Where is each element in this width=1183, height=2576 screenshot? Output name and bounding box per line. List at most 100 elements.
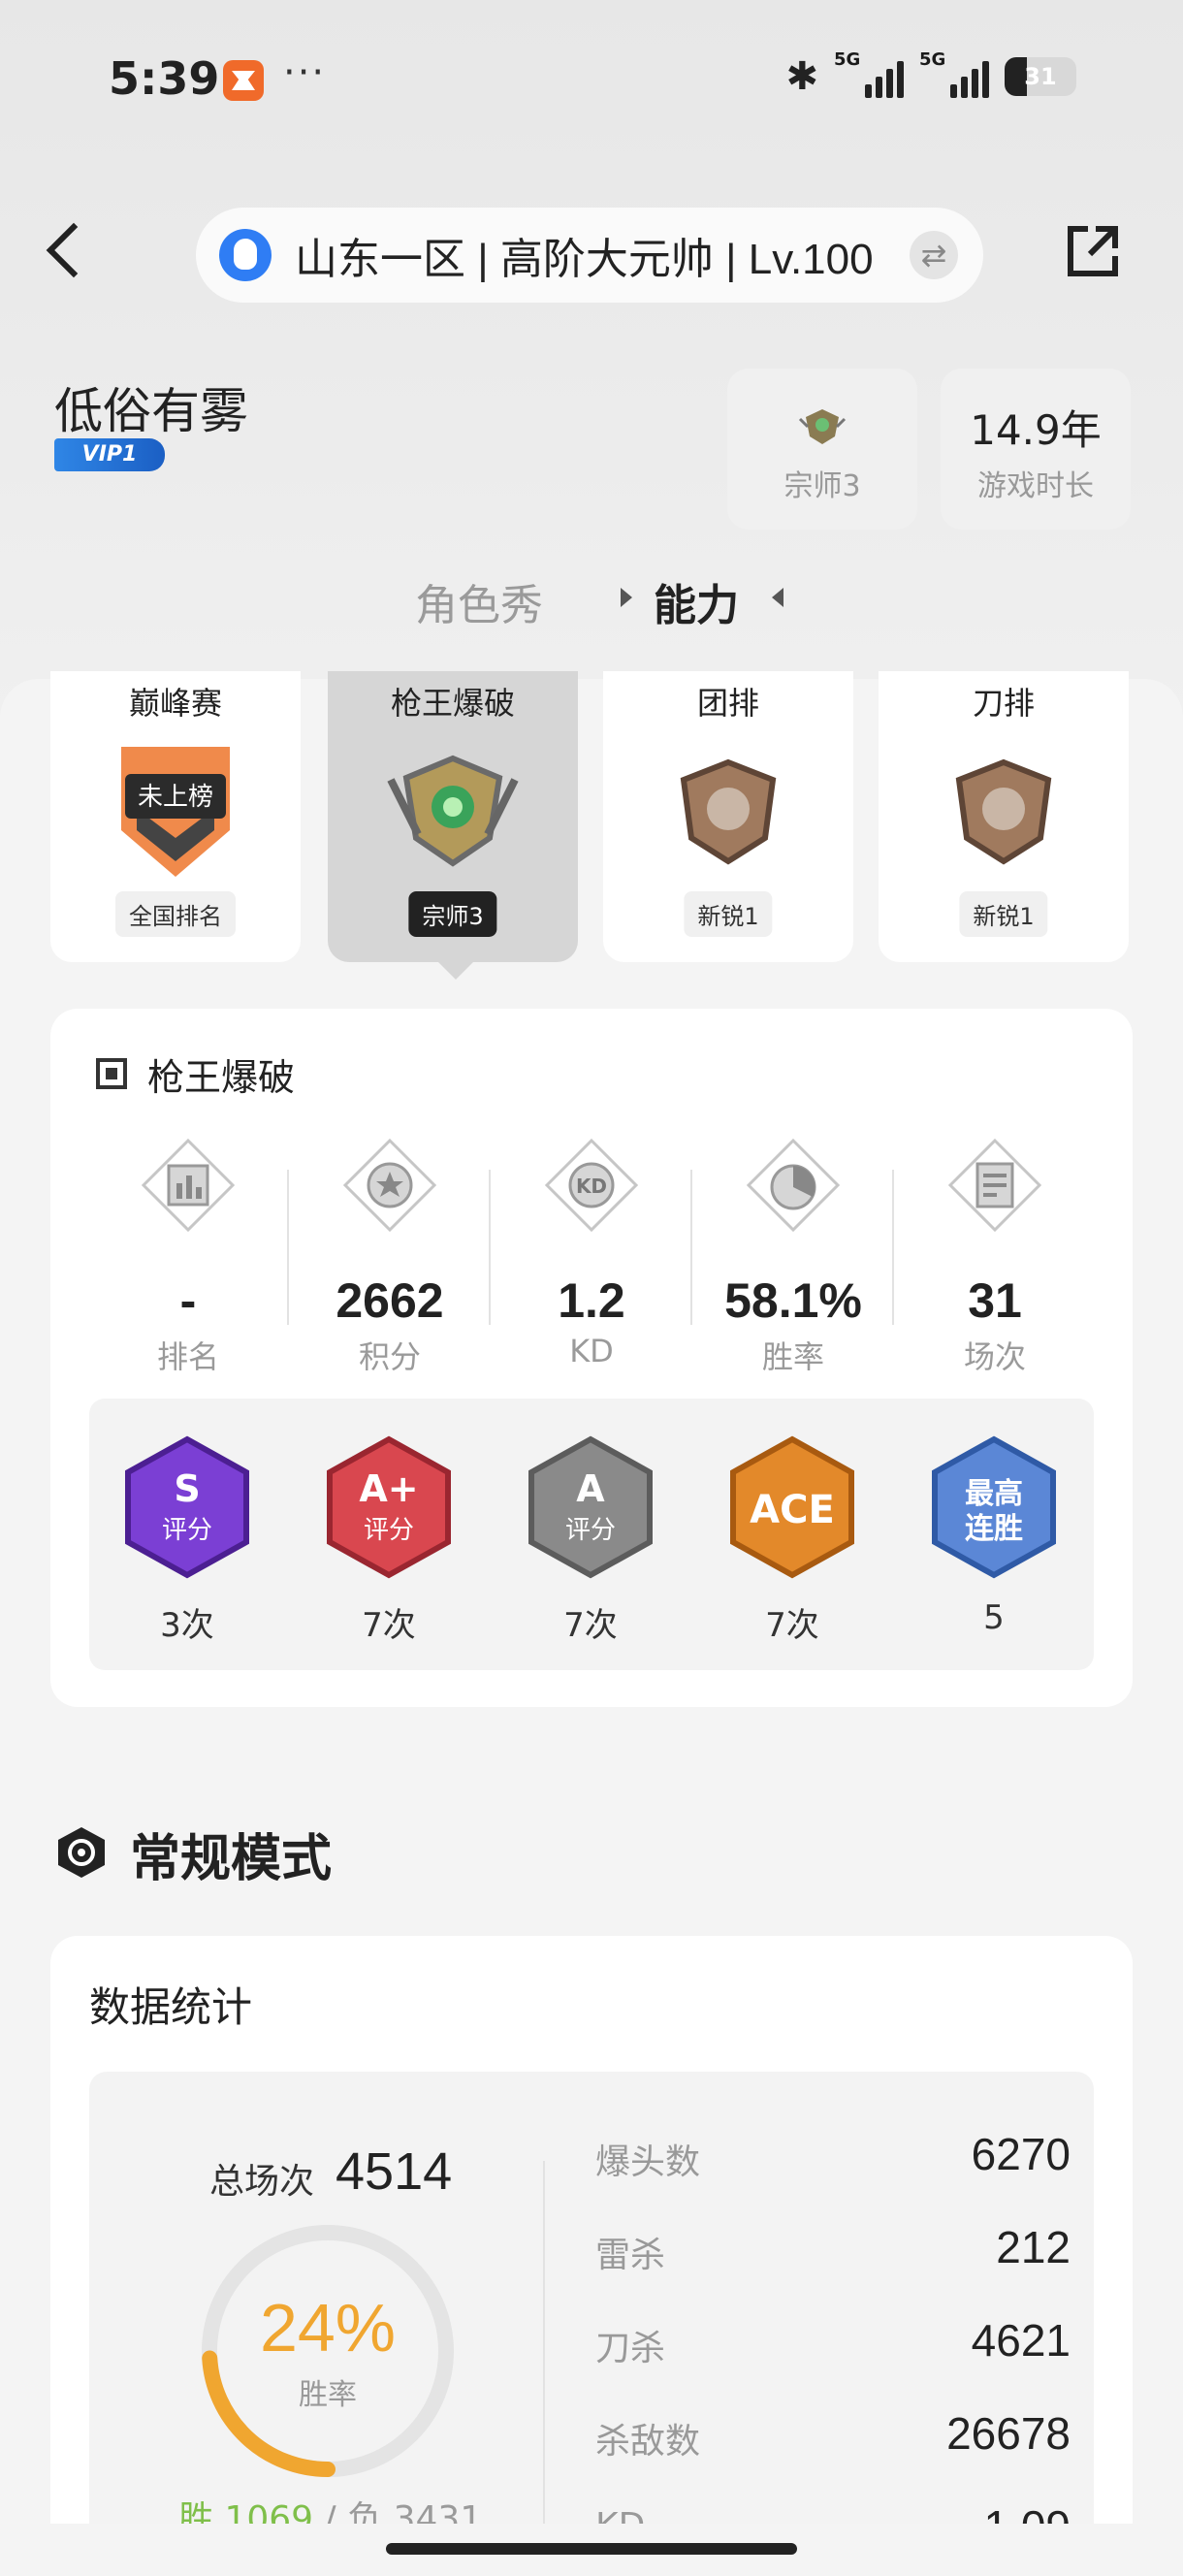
- stat-ranking: - 排名: [87, 1137, 289, 1377]
- stat-label: 胜率: [761, 1338, 824, 1375]
- tab-left-arrow-icon: [621, 588, 632, 607]
- svg-text:A+: A+: [359, 1467, 418, 1510]
- vip-badge: VIP1: [54, 438, 165, 471]
- grade-s: S 评分 3次: [114, 1435, 260, 1646]
- stat-row-kills: 杀敌数 26678: [595, 2407, 1071, 2465]
- tab-right-arrow-icon: [772, 588, 783, 607]
- master-rank-badge-icon: [387, 755, 519, 867]
- total-matches-value: 4514: [336, 2142, 453, 2201]
- data-stats-title: 数据统计: [89, 1983, 253, 2031]
- home-indicator[interactable]: [386, 2543, 797, 2555]
- a-grade-badge-icon: A 评分: [528, 1435, 653, 1579]
- mode-card-team-rank[interactable]: 团排 新锐1: [603, 671, 853, 962]
- stat-row-headshots: 爆头数 6270: [595, 2128, 1071, 2186]
- stat-row-label: 杀敌数: [595, 2422, 701, 2462]
- stat-row-value: 26678: [946, 2408, 1071, 2459]
- stat-value: -: [179, 1273, 197, 1328]
- svg-text:KD: KD: [576, 1175, 607, 1198]
- mode-card-knife-rank[interactable]: 刀排 新锐1: [879, 671, 1129, 962]
- svg-text:评分: 评分: [565, 1516, 616, 1545]
- stat-matches: 31 场次: [894, 1137, 1096, 1377]
- rookie-rank-badge-icon: [955, 758, 1052, 865]
- stat-row-label: 爆头数: [595, 2142, 701, 2182]
- swap-icon[interactable]: ⇄: [910, 231, 958, 279]
- rank-badge-icon: [798, 409, 847, 444]
- stat-label: 场次: [963, 1338, 1026, 1375]
- status-time: 5:39: [109, 52, 220, 105]
- mode-rank-label: 宗师3: [408, 891, 497, 937]
- stat-kd: KD 1.2 KD: [491, 1137, 692, 1369]
- stat-label: 积分: [358, 1338, 421, 1375]
- mode-rank-label: 新锐1: [959, 891, 1048, 937]
- total-matches-label: 总场次: [209, 2162, 315, 2202]
- bluetooth-icon: ✱: [785, 54, 818, 99]
- normal-mode-title: 常规模式: [130, 1830, 333, 1888]
- signal-icon-2: 5G: [919, 49, 989, 98]
- mode-title: 刀排: [972, 685, 1035, 722]
- grade-count: 5: [983, 1598, 1005, 1637]
- matches-icon: [947, 1138, 1042, 1233]
- unranked-text: 未上榜: [138, 783, 213, 812]
- server-text: 山东一区 | 高阶大元帅 | Lv.100: [295, 236, 874, 283]
- play-time-value: 14.9年: [970, 406, 1102, 454]
- mode-title: 巅峰赛: [128, 685, 222, 722]
- grade-a: A 评分 7次: [518, 1435, 663, 1646]
- ace-badge-icon: ACE: [730, 1435, 854, 1579]
- status-indicators: ✱ 5G 5G 31: [785, 49, 1076, 99]
- grade-count: 7次: [362, 1606, 416, 1645]
- grade-a-plus: A+ 评分 7次: [316, 1435, 462, 1646]
- svg-text:连胜: 连胜: [965, 1512, 1023, 1546]
- stat-row-value: 212: [996, 2222, 1071, 2272]
- svg-text:A: A: [576, 1467, 605, 1510]
- divider: [543, 2161, 545, 2529]
- share-icon[interactable]: [1063, 221, 1123, 281]
- mode-card-sniper-demolition[interactable]: 枪王爆破 宗师3: [328, 671, 578, 962]
- tab-role-show[interactable]: 角色秀: [415, 570, 543, 632]
- stat-row-label: 刀杀: [595, 2329, 666, 2368]
- stat-value: 58.1%: [724, 1273, 862, 1328]
- stat-row-label: 雷杀: [595, 2236, 666, 2275]
- stat-score: 2662 积分: [289, 1137, 491, 1377]
- normal-mode-icon: [58, 1827, 105, 1878]
- winrate-label: 胜率: [299, 2378, 357, 2412]
- svg-text:ACE: ACE: [750, 1488, 835, 1532]
- mode-title: 团排: [696, 685, 759, 722]
- stat-label: KD: [569, 1333, 614, 1369]
- back-button[interactable]: [39, 211, 97, 289]
- rank-info-label: 宗师3: [783, 469, 861, 503]
- active-mode-pointer: [438, 962, 473, 980]
- stat-row-grenade-kills: 雷杀 212: [595, 2221, 1071, 2279]
- win-streak-badge-icon: 最高 连胜: [932, 1435, 1056, 1579]
- stat-value: 1.2: [558, 1273, 625, 1328]
- stat-winrate: 58.1% 胜率: [692, 1137, 894, 1377]
- kd-icon: KD: [544, 1138, 639, 1233]
- grade-count: 7次: [765, 1606, 819, 1645]
- rank-info-card[interactable]: 宗师3: [727, 369, 917, 530]
- stat-value: 31: [968, 1273, 1022, 1328]
- ranking-icon: [141, 1138, 236, 1233]
- server-selector[interactable]: 山东一区 | 高阶大元帅 | Lv.100 ⇄: [196, 208, 983, 303]
- grade-win-streak: 最高 连胜 5: [921, 1435, 1067, 1637]
- app-notification-icon: [223, 60, 264, 101]
- grade-count: 3次: [160, 1606, 214, 1645]
- grade-ace: ACE 7次: [719, 1435, 865, 1646]
- tab-ability[interactable]: 能力: [654, 570, 739, 632]
- mode-icon: [96, 1058, 127, 1089]
- mode-title: 枪王爆破: [390, 685, 515, 722]
- ranked-section-title: 枪王爆破: [147, 1056, 296, 1099]
- stat-label: 排名: [156, 1338, 219, 1375]
- more-notifications-icon: ···: [283, 50, 327, 95]
- stat-value: 2662: [336, 1273, 444, 1328]
- stat-row-value: 6270: [971, 2129, 1071, 2179]
- normal-mode-header: 常规模式: [54, 1825, 332, 1888]
- battery-icon: 31: [1005, 57, 1076, 96]
- unranked-badge-icon: 未上榜: [121, 747, 230, 877]
- play-time-label: 游戏时长: [977, 469, 1094, 503]
- s-grade-badge-icon: S 评分: [125, 1435, 249, 1579]
- mode-card-peak[interactable]: 巅峰赛 未上榜 全国排名: [50, 671, 301, 962]
- stat-row-value: 4621: [971, 2315, 1071, 2366]
- rookie-rank-badge-icon: [680, 758, 777, 865]
- qq-icon: [219, 229, 272, 281]
- stat-row-knife-kills: 刀杀 4621: [595, 2314, 1071, 2372]
- svg-text:评分: 评分: [162, 1516, 212, 1545]
